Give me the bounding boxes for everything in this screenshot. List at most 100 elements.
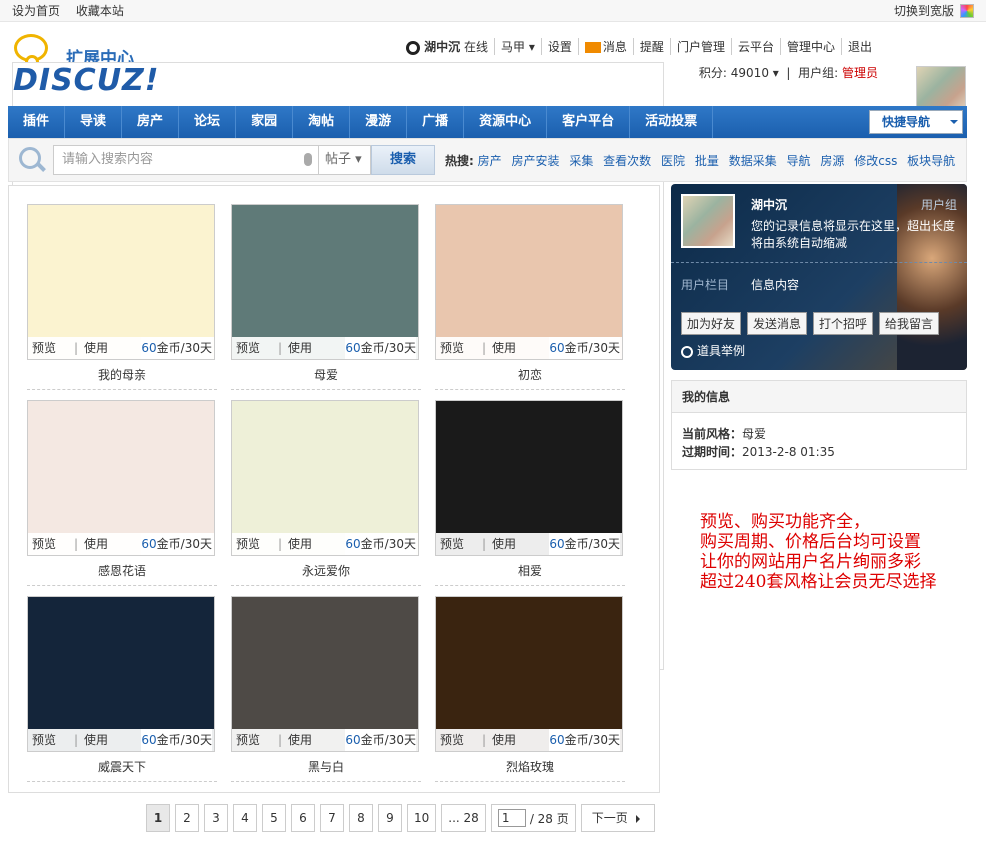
page-6[interactable]: 6 <box>291 804 315 832</box>
style-thumbnail[interactable]: 预览 | 使用 60金币/30天 <box>27 400 215 556</box>
page-2[interactable]: 2 <box>175 804 199 832</box>
logo[interactable]: 扩展中心 DISCUZ! <box>10 34 664 670</box>
nav-item-resources[interactable]: 资源中心 <box>464 106 548 138</box>
hot-link[interactable]: 导航 <box>787 154 811 168</box>
set-home-link[interactable]: 设为首页 <box>12 4 60 18</box>
top-bar: 设为首页 收藏本站 切换到宽版 <box>0 0 986 22</box>
mic-icon[interactable] <box>304 153 312 166</box>
add-friend-button[interactable]: 加为好友 <box>681 312 742 335</box>
sep: | <box>482 537 487 551</box>
style-thumbnail[interactable]: 预览 | 使用 60金币/30天 <box>27 204 215 360</box>
tool-example-link[interactable]: 道具举例 <box>681 342 745 359</box>
points[interactable]: 积分: 49010 <box>699 66 769 80</box>
nav-item-plugins[interactable]: 插件 <box>8 106 66 138</box>
page-8[interactable]: 8 <box>349 804 373 832</box>
preview-button[interactable]: 预览 <box>436 337 476 359</box>
preview-button[interactable]: 预览 <box>232 533 272 555</box>
search-scope-select[interactable]: 帖子 ▾ <box>319 145 371 175</box>
palette-icon[interactable] <box>960 3 974 18</box>
logout-link[interactable]: 退出 <box>840 38 878 55</box>
sep: | <box>74 733 79 747</box>
page-1[interactable]: 1 <box>146 804 170 832</box>
hot-link[interactable]: 查看次数 <box>603 154 651 168</box>
page-9[interactable]: 9 <box>378 804 402 832</box>
page-5[interactable]: 5 <box>262 804 286 832</box>
preview-button[interactable]: 预览 <box>28 729 68 751</box>
switch-wide-link[interactable]: 切换到宽版 <box>894 2 954 19</box>
use-button[interactable]: 使用 <box>288 729 312 751</box>
use-button[interactable]: 使用 <box>84 533 108 555</box>
search-input[interactable]: 请输入搜索内容 <box>53 145 319 175</box>
remind-link[interactable]: 提醒 <box>632 38 670 55</box>
group-link[interactable]: 管理员 <box>842 66 878 80</box>
preview-button[interactable]: 预览 <box>28 533 68 555</box>
hot-link[interactable]: 批量 <box>695 154 719 168</box>
nav-item-vote[interactable]: 活动投票 <box>630 106 714 138</box>
leave-message-button[interactable]: 给我留言 <box>879 312 940 335</box>
style-thumbnail[interactable]: 预览 | 使用 60金币/30天 <box>231 596 419 752</box>
nav-item-forum[interactable]: 论坛 <box>179 106 237 138</box>
greet-button[interactable]: 打个招呼 <box>813 312 874 335</box>
quick-nav-button[interactable]: 快捷导航 <box>869 110 963 134</box>
page-3[interactable]: 3 <box>204 804 228 832</box>
preview-button[interactable]: 预览 <box>232 337 272 359</box>
card-actions: 预览 | 使用 60金币/30天 <box>436 337 622 359</box>
hot-link[interactable]: 房源 <box>820 154 844 168</box>
page-10[interactable]: 10 <box>407 804 437 832</box>
page-4[interactable]: 4 <box>233 804 257 832</box>
promo-line: 购买周期、价格后台均可设置 <box>700 532 921 552</box>
profile-avatar[interactable] <box>681 194 735 248</box>
nav-item-guide[interactable]: 导读 <box>65 106 123 138</box>
settings-link[interactable]: 设置 <box>540 38 578 55</box>
hot-link[interactable]: 房产安装 <box>511 154 559 168</box>
use-button[interactable]: 使用 <box>288 337 312 359</box>
use-button[interactable]: 使用 <box>288 533 312 555</box>
style-thumbnail[interactable]: 预览 | 使用 60金币/30天 <box>231 400 419 556</box>
profile-name[interactable]: 湖中沉 <box>751 196 787 213</box>
page-jump-input[interactable]: 1 <box>497 809 526 827</box>
style-thumbnail[interactable]: 预览 | 使用 60金币/30天 <box>231 204 419 360</box>
nav-item-clients[interactable]: 客户平台 <box>547 106 631 138</box>
card-actions: 预览 | 使用 60金币/30天 <box>232 533 418 555</box>
style-thumbnail[interactable]: 预览 | 使用 60金币/30天 <box>435 400 623 556</box>
username-link[interactable]: 湖中沉 <box>424 40 460 54</box>
search-button[interactable]: 搜索 <box>371 145 435 175</box>
preview-button[interactable]: 预览 <box>28 337 68 359</box>
profile-info: 信息内容 <box>751 278 800 292</box>
hot-link[interactable]: 房产 <box>478 154 502 168</box>
use-button[interactable]: 使用 <box>492 729 516 751</box>
use-button[interactable]: 使用 <box>492 337 516 359</box>
preview-button[interactable]: 预览 <box>232 729 272 751</box>
preview-button[interactable]: 预览 <box>436 533 476 555</box>
messages-link[interactable]: 消息 <box>577 38 633 55</box>
hot-link[interactable]: 板块导航 <box>907 154 955 168</box>
style-thumbnail[interactable]: 预览 | 使用 60金币/30天 <box>435 596 623 752</box>
nav-item-home[interactable]: 家园 <box>236 106 294 138</box>
use-button[interactable]: 使用 <box>84 729 108 751</box>
page-7[interactable]: 7 <box>320 804 344 832</box>
hot-link[interactable]: 医院 <box>661 154 685 168</box>
page-last[interactable]: ... 28 <box>441 804 486 832</box>
hot-link[interactable]: 数据采集 <box>729 154 777 168</box>
send-message-button[interactable]: 发送消息 <box>747 312 808 335</box>
promo-line: 超过240套风格让会员无尽选择 <box>700 572 937 592</box>
style-thumbnail[interactable]: 预览 | 使用 60金币/30天 <box>435 204 623 360</box>
nav-item-broadcast[interactable]: 广播 <box>407 106 465 138</box>
use-button[interactable]: 使用 <box>84 337 108 359</box>
hot-searches: 热搜: 房产 房产安装 采集 查看次数 医院 批量 数据采集 导航 房源 修改c… <box>445 152 961 169</box>
portal-link[interactable]: 门户管理 <box>669 38 731 55</box>
hot-link[interactable]: 修改css <box>854 154 897 168</box>
style-value: 母爱 <box>742 427 767 441</box>
horse-menu[interactable]: 马甲 ▾ <box>494 38 541 55</box>
cloud-link[interactable]: 云平台 <box>730 38 780 55</box>
nav-item-collection[interactable]: 淘帖 <box>293 106 351 138</box>
next-page-button[interactable]: 下一页 <box>580 804 655 832</box>
nav-item-roam[interactable]: 漫游 <box>350 106 408 138</box>
style-thumbnail[interactable]: 预览 | 使用 60金币/30天 <box>27 596 215 752</box>
use-button[interactable]: 使用 <box>492 533 516 555</box>
preview-button[interactable]: 预览 <box>436 729 476 751</box>
hot-link[interactable]: 采集 <box>569 154 593 168</box>
admin-center-link[interactable]: 管理中心 <box>779 38 841 55</box>
nav-item-realestate[interactable]: 房产 <box>122 106 180 138</box>
bookmark-link[interactable]: 收藏本站 <box>76 4 124 18</box>
